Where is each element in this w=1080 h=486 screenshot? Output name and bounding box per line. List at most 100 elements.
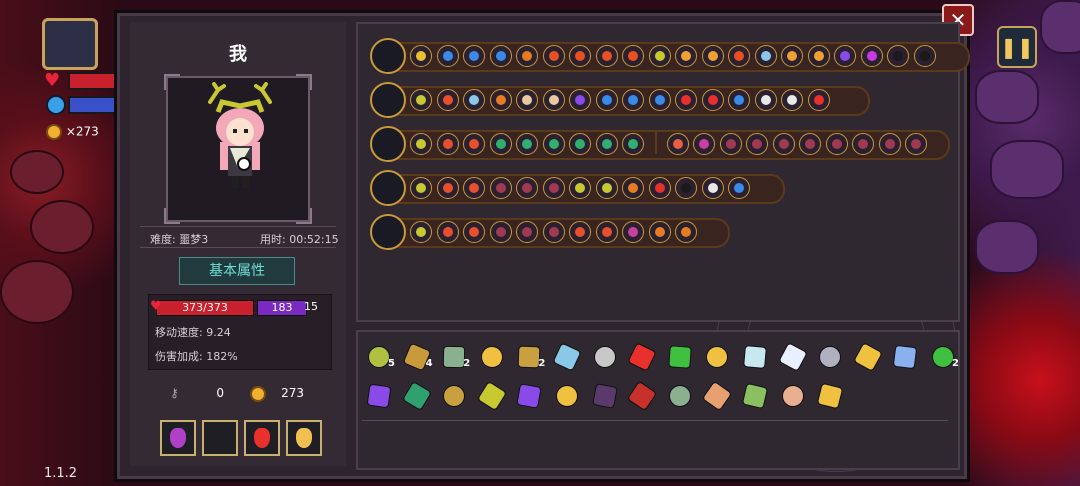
modifier-icon[interactable] bbox=[781, 89, 803, 111]
modifier-icon[interactable] bbox=[463, 177, 485, 199]
staff-icon[interactable] bbox=[370, 82, 406, 118]
scroll-item[interactable] bbox=[815, 342, 843, 370]
modifier-icon[interactable] bbox=[701, 89, 724, 111]
modifier-icon[interactable] bbox=[516, 133, 538, 155]
modifier-icon[interactable] bbox=[825, 133, 848, 155]
modifier-icon[interactable] bbox=[569, 89, 591, 111]
modifier-icon[interactable] bbox=[772, 133, 795, 155]
goggles-item[interactable] bbox=[401, 380, 432, 412]
mirror-item[interactable] bbox=[514, 381, 543, 409]
modifier-icon[interactable] bbox=[410, 89, 432, 111]
modifier-icon[interactable] bbox=[728, 45, 750, 67]
modifier-icon[interactable] bbox=[463, 45, 485, 67]
modifier-icon[interactable] bbox=[622, 45, 644, 67]
modifier-icon[interactable] bbox=[746, 133, 768, 155]
wand-icon[interactable] bbox=[370, 126, 406, 162]
modifier-icon[interactable] bbox=[675, 221, 697, 243]
green-staff-icon[interactable] bbox=[370, 214, 406, 250]
modifier-icon[interactable] bbox=[516, 89, 538, 111]
modifier-icon[interactable] bbox=[622, 133, 644, 155]
consumable-slot[interactable] bbox=[160, 420, 196, 456]
modifier-icon[interactable] bbox=[569, 45, 591, 67]
modifier-icon[interactable] bbox=[675, 177, 697, 199]
modifier-icon[interactable] bbox=[622, 177, 644, 199]
modifier-icon[interactable] bbox=[701, 45, 724, 67]
crystal-item[interactable] bbox=[740, 342, 768, 370]
modifier-icon[interactable] bbox=[781, 45, 803, 67]
modifier-icon[interactable] bbox=[410, 45, 432, 67]
modifier-icon[interactable] bbox=[693, 133, 715, 155]
modifier-icon[interactable] bbox=[489, 177, 512, 199]
modifier-icon[interactable] bbox=[905, 133, 927, 155]
modifier-icon[interactable] bbox=[410, 221, 432, 243]
modifier-icon[interactable] bbox=[595, 89, 618, 111]
modifier-icon[interactable] bbox=[666, 133, 689, 155]
modifier-icon[interactable] bbox=[516, 221, 538, 243]
modifier-icon[interactable] bbox=[410, 133, 432, 155]
modifier-icon[interactable] bbox=[728, 177, 750, 199]
modifier-icon[interactable] bbox=[754, 45, 777, 67]
modifier-icon[interactable] bbox=[542, 89, 565, 111]
modifier-icon[interactable] bbox=[754, 89, 777, 111]
gem-item[interactable] bbox=[890, 342, 918, 370]
modifier-icon[interactable] bbox=[728, 89, 750, 111]
glove-item[interactable] bbox=[439, 381, 467, 409]
modifier-icon[interactable] bbox=[489, 133, 512, 155]
modifier-icon[interactable] bbox=[463, 89, 485, 111]
magnifier-item[interactable] bbox=[815, 381, 844, 410]
pause-button[interactable]: ❚❚ bbox=[997, 26, 1037, 68]
modifier-icon[interactable] bbox=[436, 133, 459, 155]
modifier-icon[interactable] bbox=[595, 45, 618, 67]
modifier-icon[interactable] bbox=[701, 177, 724, 199]
grass-item[interactable]: 5 bbox=[364, 342, 395, 370]
robe-item[interactable] bbox=[590, 381, 618, 409]
modifier-icon[interactable] bbox=[489, 221, 512, 243]
lotus-item[interactable] bbox=[777, 342, 808, 372]
modifier-icon[interactable] bbox=[569, 133, 591, 155]
modifier-icon[interactable] bbox=[799, 133, 821, 155]
modifier-icon[interactable] bbox=[489, 45, 512, 67]
tentacle-item[interactable]: 2 bbox=[514, 342, 545, 370]
modifier-icon[interactable] bbox=[878, 133, 901, 155]
hammer-item[interactable]: 2 bbox=[439, 342, 470, 370]
modifier-icon[interactable] bbox=[569, 177, 591, 199]
modifier-icon[interactable] bbox=[542, 177, 565, 199]
sprout-item[interactable] bbox=[740, 381, 769, 410]
coral-item[interactable] bbox=[627, 342, 657, 372]
sword-icon[interactable] bbox=[370, 170, 406, 206]
bell-item[interactable] bbox=[477, 342, 507, 372]
rune-item[interactable] bbox=[852, 342, 883, 372]
modifier-icon[interactable] bbox=[463, 221, 485, 243]
slime-item[interactable] bbox=[665, 342, 693, 370]
cup-item[interactable] bbox=[551, 380, 583, 412]
modifier-icon[interactable] bbox=[834, 45, 856, 67]
consumable-slot[interactable] bbox=[244, 420, 280, 456]
pickaxe-item[interactable]: 4 bbox=[402, 342, 433, 372]
chest-icon[interactable] bbox=[370, 38, 406, 74]
modifier-icon[interactable] bbox=[542, 45, 565, 67]
arrow-item[interactable] bbox=[665, 381, 693, 410]
pet-item[interactable] bbox=[777, 380, 808, 412]
modifier-icon[interactable] bbox=[675, 89, 697, 111]
modifier-icon[interactable] bbox=[913, 45, 936, 67]
basic-attributes-tab[interactable]: 基本属性 bbox=[179, 257, 295, 285]
antler-item[interactable] bbox=[476, 380, 507, 412]
modifier-icon[interactable] bbox=[595, 221, 618, 243]
herb-item[interactable]: 2 bbox=[927, 341, 959, 373]
consumable-slot[interactable] bbox=[286, 420, 322, 456]
modifier-icon[interactable] bbox=[648, 45, 671, 67]
modifier-icon[interactable] bbox=[860, 45, 883, 67]
modifier-icon[interactable] bbox=[410, 177, 432, 199]
worm-item[interactable] bbox=[552, 342, 582, 372]
dagger-item[interactable] bbox=[590, 342, 618, 370]
modifier-icon[interactable] bbox=[648, 177, 671, 199]
modifier-icon[interactable] bbox=[852, 133, 874, 155]
modifier-icon[interactable] bbox=[436, 221, 459, 243]
modifier-icon[interactable] bbox=[436, 45, 459, 67]
modifier-icon[interactable] bbox=[719, 133, 742, 155]
hat-item[interactable] bbox=[364, 381, 392, 409]
modifier-icon[interactable] bbox=[648, 221, 671, 243]
modifier-icon[interactable] bbox=[542, 133, 565, 155]
consumable-slot[interactable] bbox=[202, 420, 238, 456]
modifier-icon[interactable] bbox=[516, 177, 538, 199]
